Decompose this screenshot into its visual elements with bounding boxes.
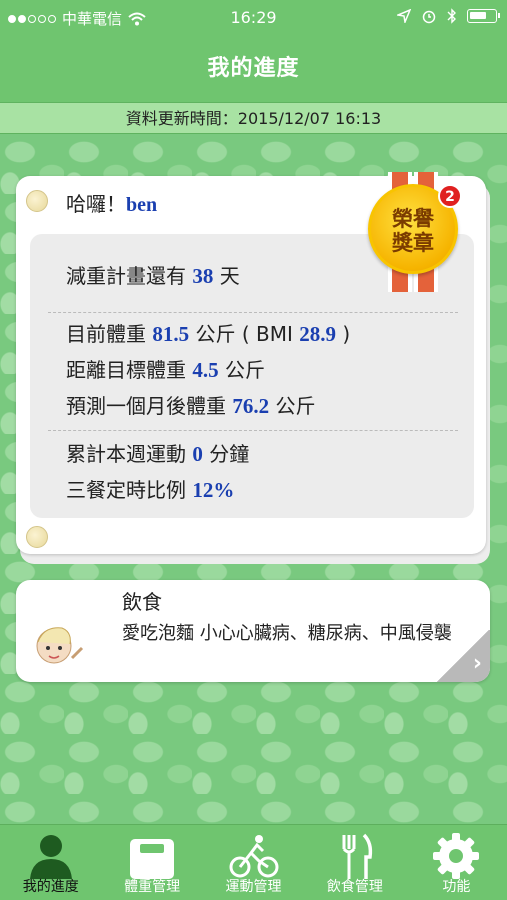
weight-row: 目前體重 81.5 公斤 ( BMI 28.9 ) <box>66 318 350 347</box>
tab-label: 飲食管理 <box>326 879 383 895</box>
tab-my-progress[interactable]: 我的進度 <box>0 825 101 900</box>
medal-text-line1: 榮譽 <box>392 207 434 231</box>
weight-unit: 公斤 ( BMI <box>195 322 293 346</box>
plan-days-value: 38 <box>192 264 214 288</box>
scale-icon <box>130 839 175 879</box>
update-time-bar: 資料更新時間：2015/12/07 16:13 <box>0 102 507 134</box>
tab-exercise[interactable]: 運動管理 <box>203 825 304 900</box>
tab-weight[interactable]: 體重管理 <box>101 825 202 900</box>
exercise-label: 累計本週運動 <box>66 442 186 466</box>
exercise-unit: 分鐘 <box>209 442 250 466</box>
medal-count-badge: 2 <box>438 184 462 208</box>
divider <box>48 430 458 431</box>
nav-bar: 我的進度 <box>0 36 507 102</box>
honor-medal-button[interactable]: 榮譽 獎章 2 <box>366 172 462 300</box>
target-row: 距離目標體重 4.5 公斤 <box>66 354 265 383</box>
tab-bar: 我的進度 體重管理 運動管理 飲食管理 功能 <box>0 824 507 900</box>
predict-unit: 公斤 <box>275 394 316 418</box>
page-title: 我的進度 <box>207 56 300 81</box>
diet-character-icon <box>36 627 84 664</box>
fork-knife-icon <box>342 833 373 879</box>
diet-more-button[interactable]: › <box>436 630 490 682</box>
bmi-suffix: ) <box>342 322 351 346</box>
plan-days-label: 減重計畫還有 <box>66 264 186 288</box>
tab-label: 我的進度 <box>22 879 79 895</box>
exercise-row: 累計本週運動 0 分鐘 <box>66 438 249 467</box>
diet-message: 愛吃泡麵 小心心臟病、糖尿病、中風侵襲 <box>122 623 452 644</box>
weight-label: 目前體重 <box>66 322 146 346</box>
predict-label: 預測一個月後體重 <box>66 394 226 418</box>
battery-icon <box>467 9 500 23</box>
tab-diet[interactable]: 飲食管理 <box>304 825 405 900</box>
location-icon <box>397 9 411 23</box>
bluetooth-icon <box>447 8 456 24</box>
tab-label: 體重管理 <box>124 879 181 895</box>
exercise-value: 0 <box>192 442 203 466</box>
greeting: 哈囉！ben <box>66 188 157 217</box>
predict-row: 預測一個月後體重 76.2 公斤 <box>66 390 315 419</box>
target-label: 距離目標體重 <box>66 358 186 382</box>
greeting-prefix: 哈囉！ <box>66 192 126 216</box>
tab-label: 功能 <box>442 879 471 895</box>
tab-label: 運動管理 <box>225 879 282 895</box>
chevron-right-icon: › <box>472 651 482 676</box>
meal-row: 三餐定時比例 12% <box>66 474 234 503</box>
weight-value: 81.5 <box>152 322 190 346</box>
status-bar: 中華電信 16:29 <box>0 0 507 36</box>
pin-icon <box>26 190 48 212</box>
meal-label: 三餐定時比例 <box>66 478 186 502</box>
divider <box>48 312 458 313</box>
diet-card[interactable]: 飲食 愛吃泡麵 小心心臟病、糖尿病、中風侵襲 › <box>16 580 490 682</box>
bicycle-icon <box>229 835 279 878</box>
plan-days-unit: 天 <box>219 264 240 288</box>
plan-days-row: 減重計畫還有 38 天 <box>66 260 240 289</box>
pin-icon <box>26 526 48 548</box>
user-name: ben <box>126 194 158 216</box>
meal-value: 12% <box>192 478 235 502</box>
status-right <box>397 8 500 24</box>
bmi-value: 28.9 <box>299 322 336 346</box>
predict-value: 76.2 <box>232 394 270 418</box>
person-icon <box>29 835 72 879</box>
alarm-icon <box>422 10 436 24</box>
tab-functions[interactable]: 功能 <box>406 825 507 900</box>
target-value: 4.5 <box>192 358 219 382</box>
gear-icon <box>433 833 480 879</box>
target-unit: 公斤 <box>224 358 265 382</box>
medal-text-line2: 獎章 <box>392 231 434 255</box>
diet-title: 飲食 <box>122 590 162 614</box>
